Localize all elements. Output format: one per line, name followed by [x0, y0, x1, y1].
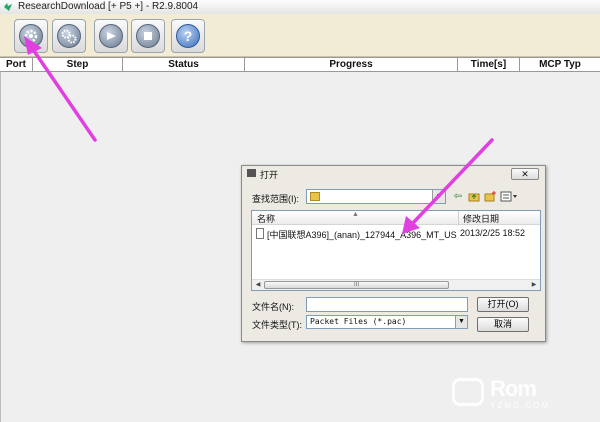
file-type-select[interactable]: Packet Files (*.pac) ▼ [306, 315, 468, 329]
column-separator[interactable] [458, 211, 459, 225]
column-step[interactable]: Step [33, 58, 123, 71]
dialog-app-icon [247, 169, 256, 177]
stop-download-button[interactable] [131, 19, 165, 53]
column-modified-date[interactable]: 修改日期 [463, 212, 499, 225]
column-time[interactable]: Time[s] [458, 58, 520, 71]
chevron-down-icon[interactable]: ▼ [455, 316, 467, 328]
column-name[interactable]: 名称 [257, 212, 275, 225]
toolbar: ? [0, 14, 600, 57]
scroll-thumb[interactable]: III [264, 281, 449, 289]
load-packet-button[interactable] [14, 19, 48, 53]
watermark-logo-icon [452, 378, 484, 406]
file-name-input[interactable] [306, 297, 468, 312]
dialog-title: 打开 [260, 170, 279, 180]
folder-icon [310, 192, 320, 201]
back-arrow-icon[interactable]: ⇦ [452, 191, 464, 202]
view-menu-icon[interactable] [500, 191, 518, 202]
dialog-close-button[interactable]: ✕ [511, 168, 539, 180]
look-in-dropdown[interactable]: ▼ [306, 189, 446, 204]
scroll-right-icon[interactable]: ▶ [529, 281, 539, 290]
chevron-down-icon[interactable]: ▼ [432, 190, 445, 203]
file-row[interactable]: [中国联想A396]_(anan)_127944_A396_MT_USR_...… [256, 228, 538, 240]
settings-button[interactable] [52, 19, 86, 53]
horizontal-scrollbar[interactable]: ◀ III ▶ [252, 279, 540, 290]
scroll-left-icon[interactable]: ◀ [253, 281, 263, 290]
column-progress[interactable]: Progress [245, 58, 458, 71]
look-in-label: 查找范围(I): [252, 194, 299, 204]
window-title: ResearchDownload [+ P5 +] - R2.9.8004 [18, 1, 199, 12]
column-port[interactable]: Port [0, 58, 33, 71]
file-type-label: 文件类型(T): [252, 320, 302, 330]
up-folder-icon[interactable] [468, 191, 480, 202]
play-icon [99, 24, 123, 48]
start-download-button[interactable] [94, 19, 128, 53]
column-status[interactable]: Status [123, 58, 245, 71]
new-folder-icon[interactable] [484, 191, 496, 202]
gears-icon [57, 24, 81, 48]
file-list[interactable]: 名称 ▲ 修改日期 [中国联想A396]_(anan)_127944_A396_… [251, 210, 541, 291]
dialog-title-bar: 打开 ✕ [242, 166, 545, 180]
file-name-label: 文件名(N): [252, 302, 294, 312]
watermark-text: Rom [490, 376, 537, 401]
watermark: Rom YZMG.COM [452, 376, 592, 412]
file-date: 2013/2/25 18:52 [460, 228, 526, 238]
cancel-button[interactable]: 取消 [477, 317, 529, 332]
file-name[interactable]: [中国联想A396]_(anan)_127944_A396_MT_USR_... [267, 228, 457, 241]
port-grid-header: Port Step Status Progress Time[s] MCP Ty… [0, 57, 600, 72]
gear-icon [19, 24, 43, 48]
help-button[interactable]: ? [171, 19, 205, 53]
help-icon: ? [176, 24, 200, 48]
open-button[interactable]: 打开(O) [477, 297, 529, 312]
file-type-value: Packet Files (*.pac) [310, 317, 407, 326]
watermark-subtext: YZMG.COM [490, 401, 550, 410]
app-icon [3, 2, 13, 12]
open-file-dialog: 打开 ✕ 查找范围(I): ▼ ⇦ 名称 ▲ 修改日期 [中国联想A396]_(… [241, 165, 546, 342]
title-bar: ResearchDownload [+ P5 +] - R2.9.8004 [0, 0, 600, 14]
file-icon [256, 228, 264, 239]
column-mcp-type[interactable]: MCP Typ [520, 58, 600, 71]
stop-icon [136, 24, 160, 48]
file-list-header: 名称 ▲ 修改日期 [252, 211, 540, 225]
sort-up-icon: ▲ [352, 211, 359, 218]
